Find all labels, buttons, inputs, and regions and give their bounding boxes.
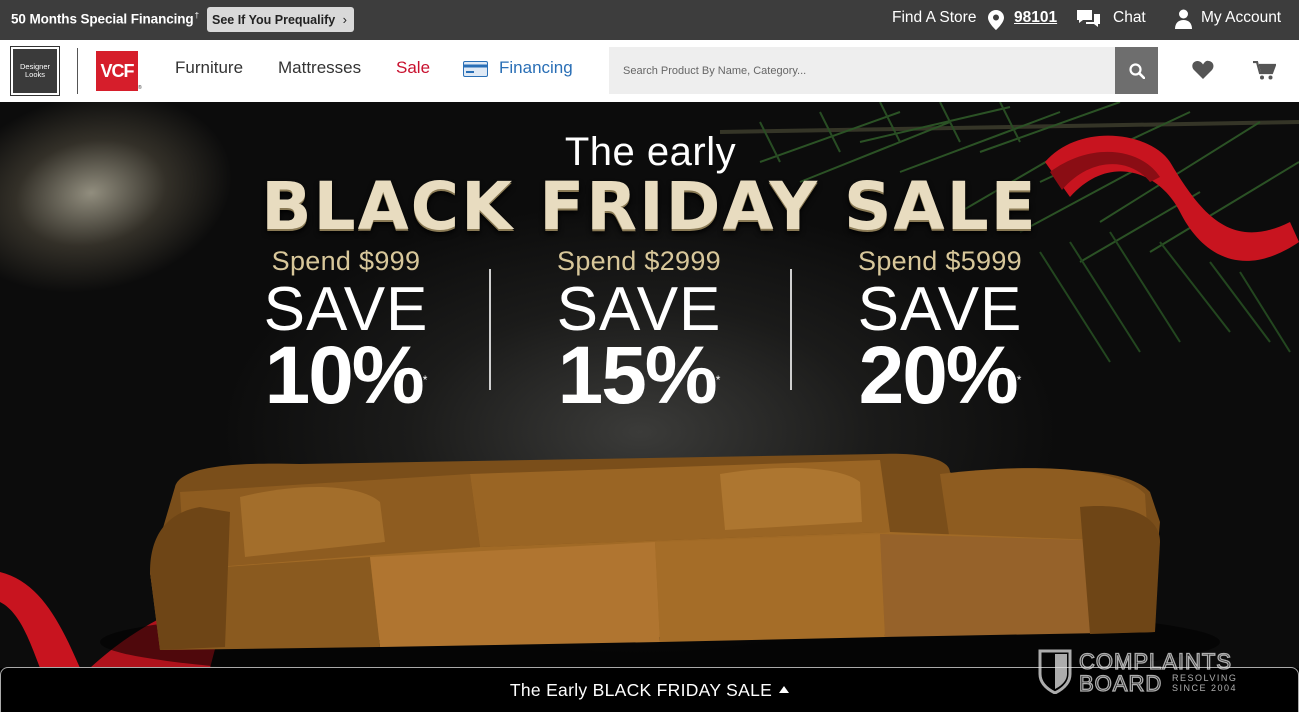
- logo-divider: [77, 48, 78, 94]
- chat-icon: [1077, 10, 1100, 27]
- tier-footnote-mark: *: [715, 373, 721, 387]
- designer-looks-logo[interactable]: Designer Looks: [10, 46, 60, 96]
- tier-percent: 10%*: [236, 335, 456, 417]
- chevron-right-icon: ›: [342, 12, 347, 27]
- tier-percent-value: 15%: [557, 330, 718, 421]
- leather-sectional-sofa-image: [150, 453, 1160, 650]
- tier-spend: Spend $999: [271, 246, 421, 276]
- offer-tier-1: Spend $999 SAVE 10%*: [236, 246, 456, 417]
- wishlist-heart-icon[interactable]: [1192, 60, 1214, 79]
- tier-footnote-mark: *: [422, 373, 428, 387]
- financing-footnote-mark: †: [194, 11, 199, 20]
- watermark-tagline2: SINCE 2004: [1172, 683, 1237, 693]
- my-account-link[interactable]: My Account: [1201, 9, 1281, 27]
- financing-promo-text: 50 Months Special Financing†: [11, 11, 199, 27]
- tier-percent-value: 20%: [858, 330, 1019, 421]
- watermark-tagline1: RESOLVING: [1172, 673, 1237, 683]
- find-store-link[interactable]: Find A Store: [892, 9, 976, 27]
- search-icon: [1128, 62, 1145, 79]
- prequalify-button[interactable]: See If You Prequalify ›: [207, 7, 354, 32]
- tier-divider: [489, 269, 491, 390]
- watermark-line2: BOARD: [1079, 671, 1162, 694]
- zip-code-link[interactable]: 98101: [1014, 9, 1057, 27]
- location-pin-icon: [988, 10, 1004, 30]
- registered-mark: ®: [138, 85, 142, 91]
- tier-percent: 20%*: [830, 335, 1050, 417]
- offer-tier-2: Spend $2999 SAVE 15%*: [529, 246, 749, 417]
- tier-percent: 15%*: [529, 335, 749, 417]
- hero-headline: BLACK FRIDAY SALE: [261, 168, 1038, 245]
- offer-tier-3: Spend $5999 SAVE 20%*: [830, 246, 1050, 417]
- tier-footnote-mark: *: [1016, 373, 1022, 387]
- caret-up-icon: [779, 685, 790, 693]
- search-button[interactable]: [1115, 47, 1158, 94]
- tier-percent-value: 10%: [264, 330, 425, 421]
- tier-spend: Spend $2999: [557, 246, 721, 276]
- nav-financing[interactable]: Financing: [499, 58, 573, 78]
- nav-furniture[interactable]: Furniture: [175, 58, 243, 78]
- financing-promo-label: 50 Months Special Financing: [11, 11, 194, 27]
- tier-spend: Spend $5999: [858, 246, 1022, 276]
- designer-looks-logo-line2: Looks: [24, 70, 45, 79]
- vcf-logo[interactable]: VCF: [96, 51, 138, 91]
- tier-divider: [790, 269, 792, 390]
- chat-link[interactable]: Chat: [1113, 9, 1146, 27]
- nav-mattresses[interactable]: Mattresses: [278, 58, 361, 78]
- nav-sale[interactable]: Sale: [396, 58, 430, 78]
- promo-label: The Early BLACK FRIDAY SALE: [509, 679, 773, 700]
- search-bar: [609, 47, 1158, 94]
- shopping-cart-icon[interactable]: [1253, 61, 1276, 80]
- site-header: Designer Looks VCF ® Furniture Mattresse…: [0, 40, 1299, 102]
- search-input[interactable]: [609, 47, 1115, 94]
- hero-banner[interactable]: The early BLACK FRIDAY SALE Spend $999 S…: [0, 102, 1299, 668]
- credit-card-icon: [463, 61, 488, 77]
- utility-bar: 50 Months Special Financing† See If You …: [0, 0, 1299, 40]
- complaints-board-watermark: COMPLAINTS BOARD RESOLVING SINCE 2004: [1038, 648, 1237, 694]
- prequalify-label: See If You Prequalify: [212, 12, 336, 27]
- user-icon: [1175, 9, 1192, 29]
- ribbon-bottom-left: [0, 572, 80, 668]
